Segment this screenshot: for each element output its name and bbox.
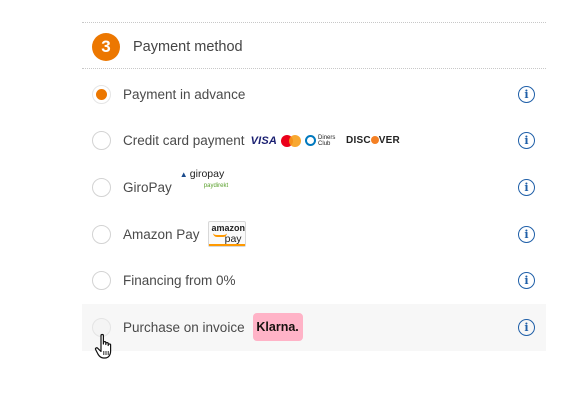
payment-method-header: 3 Payment method <box>82 24 546 70</box>
option-label: Purchase on invoice <box>123 319 245 335</box>
radio-credit-card[interactable] <box>92 131 111 151</box>
payment-options-list: Payment in advance i Credit card payment… <box>82 71 546 351</box>
payment-option-credit-card[interactable]: Credit card payment VISA Diners Club DIS… <box>82 118 546 165</box>
radio-financing[interactable] <box>92 271 111 291</box>
amazon-pay-logo: amazon pay <box>207 221 246 248</box>
info-icon[interactable]: i <box>518 178 535 196</box>
option-label: Amazon Pay <box>123 226 200 242</box>
payment-option-giropay[interactable]: GiroPay ▲ giropay paydirekt i <box>82 164 546 211</box>
info-icon[interactable]: i <box>518 318 535 336</box>
payment-option-advance[interactable]: Payment in advance i <box>82 71 546 118</box>
option-label: Payment in advance <box>123 86 246 102</box>
info-icon[interactable]: i <box>518 272 535 290</box>
payment-option-invoice[interactable]: Purchase on invoice Klarna. i <box>82 303 546 351</box>
option-label: Credit card payment <box>123 133 245 149</box>
card-logos: VISA Diners Club DISC VER <box>250 134 400 147</box>
option-label: Financing from 0% <box>123 273 236 289</box>
radio-payment-in-advance[interactable] <box>92 84 111 104</box>
radio-giropay[interactable] <box>92 177 111 197</box>
mastercard-logo <box>281 134 302 147</box>
radio-amazon-pay[interactable] <box>92 224 111 244</box>
payment-option-financing[interactable]: Financing from 0% i <box>82 257 546 304</box>
hand-pointer-cursor-icon <box>94 333 112 359</box>
info-icon[interactable]: i <box>518 132 535 150</box>
top-divider <box>82 22 546 23</box>
discover-logo: DISC VER <box>346 135 400 147</box>
step-number-badge: 3 <box>92 33 120 61</box>
klarna-logo: Klarna. <box>252 313 303 342</box>
info-icon[interactable]: i <box>518 225 535 243</box>
info-icon[interactable]: i <box>518 85 535 103</box>
visa-logo: VISA <box>250 134 278 147</box>
radio-selected-dot <box>96 88 107 100</box>
header-divider <box>82 68 546 69</box>
giropay-logo: ▲ giropay paydirekt <box>179 168 229 190</box>
option-label: GiroPay <box>123 179 172 195</box>
payment-option-amazon-pay[interactable]: Amazon Pay amazon pay i <box>82 211 546 258</box>
diners-club-logo: Diners Club <box>305 135 342 147</box>
section-title: Payment method <box>133 39 243 55</box>
